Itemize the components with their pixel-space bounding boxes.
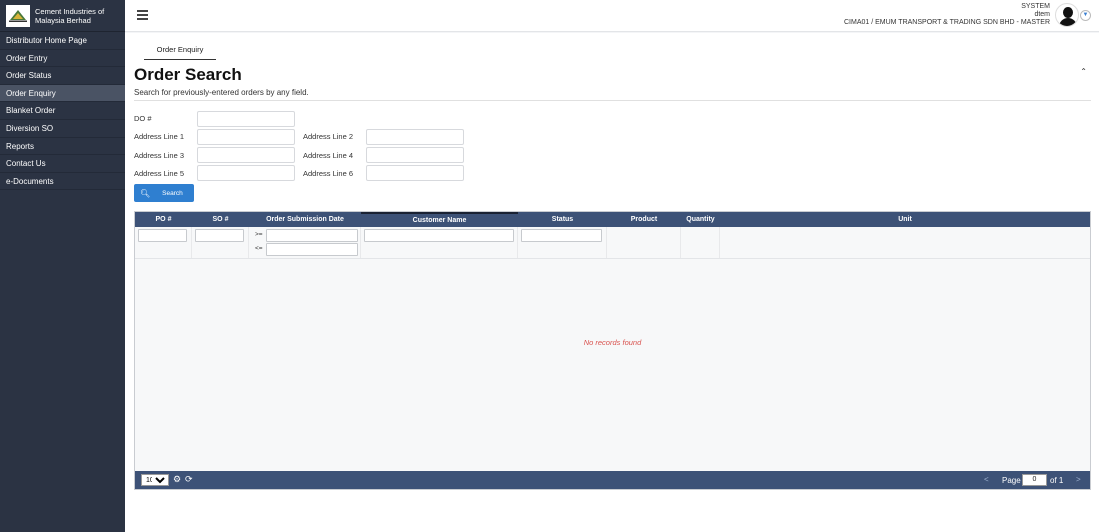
grid-pager: 10 ⚙ ⟳ < Page 0 of 1 > xyxy=(135,471,1090,489)
page-size-select[interactable]: 10 xyxy=(141,474,169,486)
date-to-operator: <= xyxy=(255,245,263,252)
filter-row: >= <= xyxy=(135,227,1090,259)
page-subtitle: Search for previously-entered orders by … xyxy=(134,88,309,97)
brand-name-line1: Cement Industries of xyxy=(35,6,105,16)
top-header: SYSTEM dtem CIMA01 / EMUM TRANSPORT & TR… xyxy=(125,0,1099,32)
address-line-1-input[interactable] xyxy=(197,129,295,145)
grid-header: PO # SO # Order Submission Date Customer… xyxy=(135,212,1090,227)
hamburger-menu-icon[interactable] xyxy=(137,10,148,20)
do-label: DO # xyxy=(134,114,152,123)
sidebar-item-diversion-so[interactable]: Diversion SO xyxy=(0,120,125,138)
address-line-4-input[interactable] xyxy=(366,147,464,163)
address-line-6-label: Address Line 6 xyxy=(303,169,354,178)
column-header-status[interactable]: Status xyxy=(518,212,607,227)
sidebar-item-reports[interactable]: Reports xyxy=(0,138,125,156)
sidebar: Cement Industries of Malaysia Berhad Dis… xyxy=(0,0,125,532)
address-line-2-label: Address Line 2 xyxy=(303,132,354,141)
company-name: CIMA01 / EMUM TRANSPORT & TRADING SDN BH… xyxy=(843,18,1050,26)
address-line-2-input[interactable] xyxy=(366,129,464,145)
gear-icon[interactable]: ⚙ xyxy=(173,474,181,485)
status-filter-input[interactable] xyxy=(521,229,602,242)
column-header-unit[interactable]: Unit xyxy=(720,212,1090,227)
search-button[interactable]: 🔍︎ Search xyxy=(134,184,194,202)
prev-page-button[interactable]: < xyxy=(984,475,989,484)
sidebar-item-order-entry[interactable]: Order Entry xyxy=(0,50,125,68)
address-line-5-label: Address Line 5 xyxy=(134,169,185,178)
sidebar-item-order-enquiry[interactable]: Order Enquiry xyxy=(0,84,125,103)
so-filter-input[interactable] xyxy=(195,229,244,242)
chevron-down-icon[interactable]: ▼ xyxy=(1080,10,1091,21)
chevron-up-icon[interactable]: ⌃ xyxy=(1080,67,1087,76)
next-page-button[interactable]: > xyxy=(1076,475,1081,484)
user-name: dtem xyxy=(1034,10,1050,18)
column-header-product[interactable]: Product xyxy=(607,212,681,227)
po-filter-input[interactable] xyxy=(138,229,187,242)
avatar[interactable] xyxy=(1055,3,1079,27)
orders-grid: PO # SO # Order Submission Date Customer… xyxy=(134,211,1091,490)
search-icon: 🔍︎ xyxy=(140,188,151,198)
user-role: SYSTEM xyxy=(1021,3,1050,10)
column-header-so[interactable]: SO # xyxy=(192,212,249,227)
address-line-4-label: Address Line 4 xyxy=(303,151,354,160)
address-line-5-input[interactable] xyxy=(197,165,295,181)
user-info: SYSTEM dtem CIMA01 / EMUM TRANSPORT & TR… xyxy=(844,3,1050,26)
sidebar-item-e-documents[interactable]: e-Documents xyxy=(0,173,125,191)
address-line-3-label: Address Line 3 xyxy=(134,151,185,160)
sidebar-item-blanket-order[interactable]: Blanket Order xyxy=(0,102,125,120)
empty-message: No records found xyxy=(583,338,642,347)
column-header-quantity[interactable]: Quantity xyxy=(681,212,720,227)
date-from-filter-input[interactable] xyxy=(266,229,358,242)
page-number-input[interactable]: 0 xyxy=(1022,474,1047,486)
refresh-icon[interactable]: ⟳ xyxy=(185,474,193,485)
sidebar-item-contact-us[interactable]: Contact Us xyxy=(0,155,125,173)
page-title: Order Search xyxy=(134,65,242,84)
main-content: Order Enquiry Order Search ⌃ Search for … xyxy=(125,33,1099,532)
do-number-input[interactable] xyxy=(197,111,295,127)
divider xyxy=(134,100,1091,101)
column-header-po[interactable]: PO # xyxy=(135,212,192,227)
sidebar-item-order-status[interactable]: Order Status xyxy=(0,67,125,85)
column-header-customer-name[interactable]: Customer Name xyxy=(361,212,518,227)
address-line-6-input[interactable] xyxy=(366,165,464,181)
brand[interactable]: Cement Industries of Malaysia Berhad xyxy=(0,0,125,32)
brand-name-line2: Malaysia Berhad xyxy=(35,15,91,25)
company-logo xyxy=(6,4,30,27)
page-count-label: of 1 xyxy=(1050,476,1064,485)
address-line-1-label: Address Line 1 xyxy=(134,132,185,141)
customer-name-filter-input[interactable] xyxy=(364,229,514,242)
column-header-order-submission-date[interactable]: Order Submission Date xyxy=(249,212,361,227)
tab-order-enquiry[interactable]: Order Enquiry xyxy=(144,44,216,60)
date-from-operator: >= xyxy=(255,231,263,238)
sidebar-item-distributor-home[interactable]: Distributor Home Page xyxy=(0,32,125,50)
date-to-filter-input[interactable] xyxy=(266,243,358,256)
address-line-3-input[interactable] xyxy=(197,147,295,163)
search-button-label: Search xyxy=(162,189,183,197)
page-label: Page xyxy=(1002,476,1021,485)
